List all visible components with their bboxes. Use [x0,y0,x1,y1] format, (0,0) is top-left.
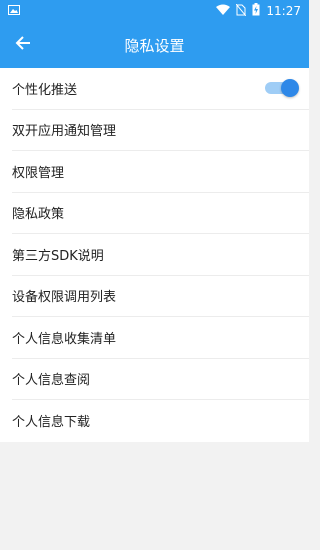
status-time: 11:27 [266,4,301,18]
page-title: 隐私设置 [124,36,185,55]
setting-personal-info-download[interactable]: 个人信息下载 [12,400,309,442]
setting-personal-info-view[interactable]: 个人信息查阅 [12,359,309,400]
back-button[interactable] [10,32,36,58]
setting-device-permission-list[interactable]: 设备权限调用列表 [12,276,309,317]
setting-label: 个人信息下载 [12,415,91,431]
status-bar: 11:27 [0,0,309,22]
setting-dual-app-notification[interactable]: 双开应用通知管理 [12,110,309,151]
no-sim-icon [236,3,247,19]
personalized-push-toggle[interactable] [265,79,299,98]
battery-charging-icon [252,3,260,19]
setting-personal-info-collection[interactable]: 个人信息收集清单 [12,317,309,359]
image-icon [8,4,20,18]
setting-label: 权限管理 [12,165,65,181]
settings-list: 个性化推送 双开应用通知管理 权限管理 隐私政策 第三方SDK说明 设备权限调用… [0,68,309,442]
setting-label: 第三方SDK说明 [12,248,104,264]
setting-label: 个人信息查阅 [12,373,91,389]
setting-third-party-sdk[interactable]: 第三方SDK说明 [12,234,309,276]
setting-label: 隐私政策 [12,207,65,223]
setting-label: 个性化推送 [12,82,78,98]
setting-permission-management[interactable]: 权限管理 [12,151,309,193]
setting-label: 个人信息收集清单 [12,331,117,347]
wifi-icon [216,4,231,18]
app-bar: 隐私设置 [0,22,309,68]
setting-personalized-push[interactable]: 个性化推送 [12,68,309,110]
setting-label: 设备权限调用列表 [12,290,117,306]
arrow-left-icon [15,35,31,55]
setting-label: 双开应用通知管理 [12,124,117,140]
setting-privacy-policy[interactable]: 隐私政策 [12,193,309,234]
